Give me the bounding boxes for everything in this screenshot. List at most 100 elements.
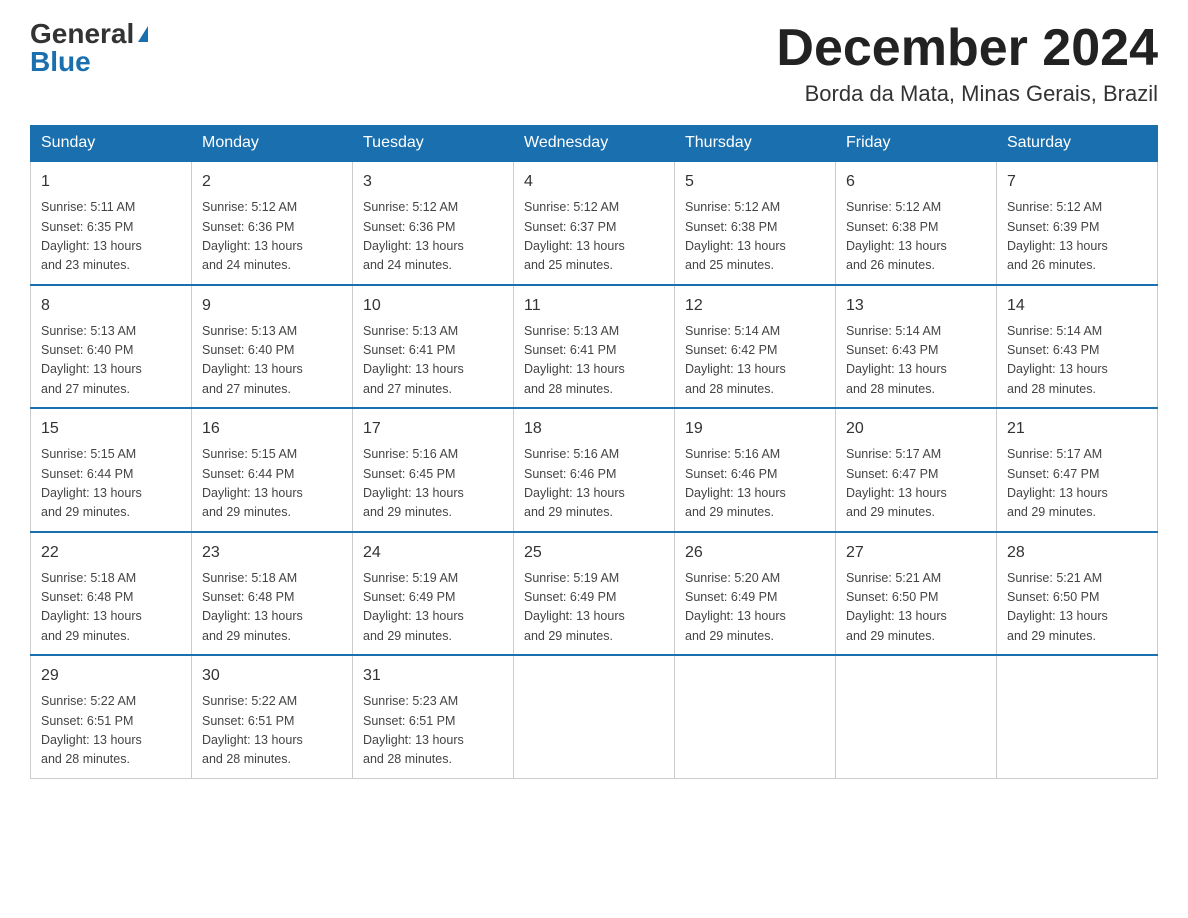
- calendar-cell: 1 Sunrise: 5:11 AMSunset: 6:35 PMDaylight…: [31, 161, 192, 285]
- day-number: 9: [202, 294, 342, 318]
- day-info: Sunrise: 5:16 AMSunset: 6:45 PMDaylight:…: [363, 445, 503, 523]
- week-row-1: 1 Sunrise: 5:11 AMSunset: 6:35 PMDaylight…: [31, 161, 1158, 285]
- calendar-cell: 11 Sunrise: 5:13 AMSunset: 6:41 PMDayligh…: [514, 285, 675, 409]
- calendar-cell: 30Sunrise: 5:22 AMSunset: 6:51 PMDayligh…: [192, 655, 353, 778]
- day-number: 4: [524, 170, 664, 194]
- calendar-cell: 6 Sunrise: 5:12 AMSunset: 6:38 PMDaylight…: [836, 161, 997, 285]
- day-number: 16: [202, 417, 342, 441]
- day-number: 28: [1007, 541, 1147, 565]
- day-number: 13: [846, 294, 986, 318]
- calendar-cell: 27 Sunrise: 5:21 AMSunset: 6:50 PMDayligh…: [836, 532, 997, 656]
- day-number: 7: [1007, 170, 1147, 194]
- day-info: Sunrise: 5:13 AMSunset: 6:40 PMDaylight:…: [41, 322, 181, 400]
- day-info: Sunrise: 5:12 AMSunset: 6:39 PMDaylight:…: [1007, 198, 1147, 276]
- day-number: 29: [41, 664, 181, 688]
- weekday-header-sunday: Sunday: [31, 126, 192, 162]
- day-number: 10: [363, 294, 503, 318]
- weekday-header-monday: Monday: [192, 126, 353, 162]
- day-info: Sunrise: 5:13 AMSunset: 6:41 PMDaylight:…: [363, 322, 503, 400]
- calendar-cell: 4 Sunrise: 5:12 AMSunset: 6:37 PMDaylight…: [514, 161, 675, 285]
- week-row-4: 22 Sunrise: 5:18 AMSunset: 6:48 PMDayligh…: [31, 532, 1158, 656]
- day-info: Sunrise: 5:14 AMSunset: 6:43 PMDaylight:…: [1007, 322, 1147, 400]
- day-info: Sunrise: 5:12 AMSunset: 6:36 PMDaylight:…: [363, 198, 503, 276]
- calendar-cell: 26 Sunrise: 5:20 AMSunset: 6:49 PMDayligh…: [675, 532, 836, 656]
- logo-triangle-icon: [138, 26, 148, 42]
- day-number: 30: [202, 664, 342, 688]
- day-info: Sunrise: 5:12 AMSunset: 6:38 PMDaylight:…: [846, 198, 986, 276]
- calendar-cell: 29 Sunrise: 5:22 AMSunset: 6:51 PMDayligh…: [31, 655, 192, 778]
- calendar-cell: 2Sunrise: 5:12 AMSunset: 6:36 PMDaylight…: [192, 161, 353, 285]
- logo-general-text: General: [30, 20, 134, 48]
- day-info: Sunrise: 5:23 AMSunset: 6:51 PMDaylight:…: [363, 692, 503, 770]
- day-number: 11: [524, 294, 664, 318]
- calendar-cell: [836, 655, 997, 778]
- calendar-cell: [997, 655, 1158, 778]
- weekday-header-thursday: Thursday: [675, 126, 836, 162]
- day-info: Sunrise: 5:18 AMSunset: 6:48 PMDaylight:…: [202, 569, 342, 647]
- day-info: Sunrise: 5:19 AMSunset: 6:49 PMDaylight:…: [363, 569, 503, 647]
- weekday-header-friday: Friday: [836, 126, 997, 162]
- day-number: 14: [1007, 294, 1147, 318]
- logo: General Blue: [30, 20, 148, 76]
- day-number: 23: [202, 541, 342, 565]
- calendar-cell: 9 Sunrise: 5:13 AMSunset: 6:40 PMDaylight…: [192, 285, 353, 409]
- calendar-cell: 23 Sunrise: 5:18 AMSunset: 6:48 PMDayligh…: [192, 532, 353, 656]
- week-row-3: 15Sunrise: 5:15 AMSunset: 6:44 PMDayligh…: [31, 408, 1158, 532]
- calendar-cell: 20 Sunrise: 5:17 AMSunset: 6:47 PMDayligh…: [836, 408, 997, 532]
- calendar-table: SundayMondayTuesdayWednesdayThursdayFrid…: [30, 125, 1158, 779]
- header: General Blue December 2024 Borda da Mata…: [30, 20, 1158, 107]
- day-number: 21: [1007, 417, 1147, 441]
- calendar-cell: 13 Sunrise: 5:14 AMSunset: 6:43 PMDayligh…: [836, 285, 997, 409]
- title-area: December 2024 Borda da Mata, Minas Gerai…: [776, 20, 1158, 107]
- day-number: 17: [363, 417, 503, 441]
- day-info: Sunrise: 5:16 AMSunset: 6:46 PMDaylight:…: [685, 445, 825, 523]
- day-info: Sunrise: 5:13 AMSunset: 6:40 PMDaylight:…: [202, 322, 342, 400]
- logo-blue-text: Blue: [30, 48, 91, 76]
- day-info: Sunrise: 5:12 AMSunset: 6:37 PMDaylight:…: [524, 198, 664, 276]
- day-info: Sunrise: 5:17 AMSunset: 6:47 PMDaylight:…: [1007, 445, 1147, 523]
- day-info: Sunrise: 5:14 AMSunset: 6:42 PMDaylight:…: [685, 322, 825, 400]
- day-info: Sunrise: 5:19 AMSunset: 6:49 PMDaylight:…: [524, 569, 664, 647]
- day-number: 31: [363, 664, 503, 688]
- month-title: December 2024: [776, 20, 1158, 77]
- day-info: Sunrise: 5:17 AMSunset: 6:47 PMDaylight:…: [846, 445, 986, 523]
- day-number: 12: [685, 294, 825, 318]
- weekday-header-row: SundayMondayTuesdayWednesdayThursdayFrid…: [31, 126, 1158, 162]
- day-info: Sunrise: 5:14 AMSunset: 6:43 PMDaylight:…: [846, 322, 986, 400]
- calendar-cell: 15Sunrise: 5:15 AMSunset: 6:44 PMDayligh…: [31, 408, 192, 532]
- calendar-cell: 5Sunrise: 5:12 AMSunset: 6:38 PMDaylight…: [675, 161, 836, 285]
- calendar-cell: 17 Sunrise: 5:16 AMSunset: 6:45 PMDayligh…: [353, 408, 514, 532]
- calendar-cell: 31 Sunrise: 5:23 AMSunset: 6:51 PMDayligh…: [353, 655, 514, 778]
- day-info: Sunrise: 5:20 AMSunset: 6:49 PMDaylight:…: [685, 569, 825, 647]
- calendar-cell: 12 Sunrise: 5:14 AMSunset: 6:42 PMDayligh…: [675, 285, 836, 409]
- weekday-header-saturday: Saturday: [997, 126, 1158, 162]
- calendar-cell: 16Sunrise: 5:15 AMSunset: 6:44 PMDayligh…: [192, 408, 353, 532]
- calendar-cell: 10 Sunrise: 5:13 AMSunset: 6:41 PMDayligh…: [353, 285, 514, 409]
- calendar-cell: 19Sunrise: 5:16 AMSunset: 6:46 PMDayligh…: [675, 408, 836, 532]
- day-number: 22: [41, 541, 181, 565]
- location-subtitle: Borda da Mata, Minas Gerais, Brazil: [776, 81, 1158, 107]
- calendar-cell: 7 Sunrise: 5:12 AMSunset: 6:39 PMDaylight…: [997, 161, 1158, 285]
- day-info: Sunrise: 5:16 AMSunset: 6:46 PMDaylight:…: [524, 445, 664, 523]
- day-info: Sunrise: 5:13 AMSunset: 6:41 PMDaylight:…: [524, 322, 664, 400]
- weekday-header-tuesday: Tuesday: [353, 126, 514, 162]
- day-number: 24: [363, 541, 503, 565]
- day-info: Sunrise: 5:21 AMSunset: 6:50 PMDaylight:…: [846, 569, 986, 647]
- day-info: Sunrise: 5:21 AMSunset: 6:50 PMDaylight:…: [1007, 569, 1147, 647]
- day-info: Sunrise: 5:22 AMSunset: 6:51 PMDaylight:…: [41, 692, 181, 770]
- day-number: 20: [846, 417, 986, 441]
- calendar-cell: 28 Sunrise: 5:21 AMSunset: 6:50 PMDayligh…: [997, 532, 1158, 656]
- day-number: 6: [846, 170, 986, 194]
- day-number: 8: [41, 294, 181, 318]
- calendar-cell: 22Sunrise: 5:18 AMSunset: 6:48 PMDayligh…: [31, 532, 192, 656]
- day-number: 25: [524, 541, 664, 565]
- day-info: Sunrise: 5:15 AMSunset: 6:44 PMDaylight:…: [41, 445, 181, 523]
- day-number: 1: [41, 170, 181, 194]
- day-number: 26: [685, 541, 825, 565]
- day-info: Sunrise: 5:11 AMSunset: 6:35 PMDaylight:…: [41, 198, 181, 276]
- calendar-cell: 8 Sunrise: 5:13 AMSunset: 6:40 PMDaylight…: [31, 285, 192, 409]
- day-number: 18: [524, 417, 664, 441]
- week-row-2: 8 Sunrise: 5:13 AMSunset: 6:40 PMDaylight…: [31, 285, 1158, 409]
- calendar-cell: 24 Sunrise: 5:19 AMSunset: 6:49 PMDayligh…: [353, 532, 514, 656]
- day-number: 27: [846, 541, 986, 565]
